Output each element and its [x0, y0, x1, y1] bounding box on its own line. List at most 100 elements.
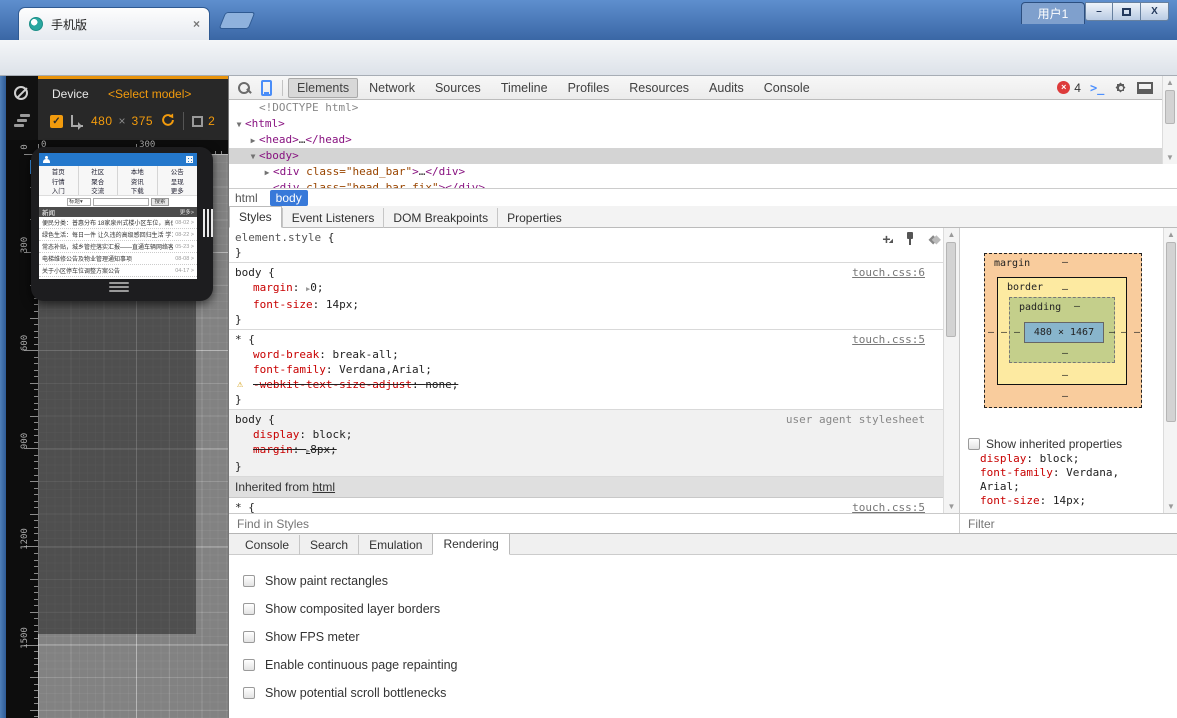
resize-grip-icon[interactable]: [203, 209, 213, 237]
page-nav-link[interactable]: 本地: [118, 166, 158, 176]
device-mode-icon[interactable]: [261, 80, 272, 96]
box-model-value[interactable]: –: [1062, 391, 1068, 402]
box-model-value[interactable]: –: [988, 327, 994, 338]
color-format-icon[interactable]: ◆◆: [929, 232, 935, 246]
inspect-element-icon[interactable]: [237, 81, 251, 95]
news-item[interactable]: 电梯维修公告及物业管理通知事项08-08 >: [39, 253, 197, 265]
page-nav-link[interactable]: 呈现: [158, 176, 198, 186]
css-property[interactable]: display: block;: [235, 427, 937, 442]
page-nav-link[interactable]: 下载: [118, 185, 158, 195]
elements-tree-node[interactable]: ▶<head>…</head>: [229, 132, 1177, 148]
box-model-value[interactable]: –: [1074, 301, 1080, 312]
devtools-tab-console[interactable]: Console: [755, 78, 819, 98]
devtools-tab-audits[interactable]: Audits: [700, 78, 753, 98]
box-model-value[interactable]: –: [1062, 257, 1068, 268]
swap-dimensions-icon[interactable]: [71, 115, 83, 127]
drawer-tab-search[interactable]: Search: [299, 535, 358, 555]
apps-grid-icon[interactable]: [186, 156, 193, 163]
page-nav-link[interactable]: 交流: [79, 185, 119, 195]
styles-scrollbar[interactable]: ▲ ▼: [943, 228, 959, 513]
error-badge[interactable]: × 4: [1057, 81, 1081, 95]
box-model-value[interactable]: –: [1121, 327, 1127, 338]
close-window-button[interactable]: X: [1141, 2, 1169, 21]
rotate-refresh-icon[interactable]: [161, 113, 175, 130]
maximize-button[interactable]: [1113, 2, 1141, 21]
user-icon[interactable]: [43, 156, 50, 163]
box-model-value[interactable]: –: [1062, 348, 1068, 359]
find-in-styles-input[interactable]: [229, 514, 959, 533]
page-nav-link[interactable]: 更多: [158, 185, 198, 195]
drawer-tab-emulation[interactable]: Emulation: [358, 535, 432, 555]
tab-close-icon[interactable]: ×: [193, 17, 200, 31]
news-item[interactable]: 便民分类：普惠分布 18家泉州式楼小区车位，高价兑换08-02 >: [39, 217, 197, 229]
rendering-option-checkbox[interactable]: [243, 575, 255, 587]
sidebar-tab-properties[interactable]: Properties: [497, 208, 571, 228]
breadcrumb-item-body[interactable]: body: [270, 190, 308, 206]
device-menu-icon[interactable]: [109, 282, 129, 294]
sidebar-tab-dom-breakpoints[interactable]: DOM Breakpoints: [383, 208, 497, 228]
devtools-tab-sources[interactable]: Sources: [426, 78, 490, 98]
news-item[interactable]: 关于小区停车位调整方案公告04-17 >: [39, 265, 197, 277]
devtools-tab-resources[interactable]: Resources: [620, 78, 698, 98]
drawer-tab-rendering[interactable]: Rendering: [432, 533, 509, 555]
emulated-page[interactable]: 首页社区本地公告行情聚合资讯呈现入门交流下载更多 标题▾ 搜索 新闻 更多> 便…: [39, 153, 197, 279]
devtools-tab-profiles[interactable]: Profiles: [559, 78, 619, 98]
css-property[interactable]: margin: ▶0;: [235, 280, 937, 297]
elements-tree-node[interactable]: <!DOCTYPE html>: [229, 100, 1177, 116]
show-inherited-checkbox[interactable]: [968, 438, 980, 450]
box-model-value[interactable]: –: [1062, 284, 1068, 295]
settings-gear-icon[interactable]: [1113, 80, 1128, 95]
page-nav-link[interactable]: 行情: [39, 176, 79, 186]
elements-tree-node[interactable]: ▶<div class="head_bar">…</div>: [229, 164, 1177, 180]
page-nav-link[interactable]: 聚合: [79, 176, 119, 186]
news-more-link[interactable]: 更多>: [180, 208, 194, 216]
css-property[interactable]: margin: ▶8px;: [235, 442, 937, 459]
page-nav-link[interactable]: 公告: [158, 166, 198, 176]
elements-tree-node[interactable]: ▼<html>: [229, 116, 1177, 132]
search-category-select[interactable]: 标题▾: [67, 198, 91, 206]
profile-button[interactable]: 用户1: [1021, 2, 1085, 24]
page-search-input[interactable]: [93, 198, 149, 206]
sidebar-tab-event-listeners[interactable]: Event Listeners: [282, 208, 384, 228]
browser-tab[interactable]: 手机版 ×: [18, 7, 210, 40]
devtools-tab-timeline[interactable]: Timeline: [492, 78, 557, 98]
stylesheet-link[interactable]: touch.css:6: [852, 265, 925, 280]
device-width-field[interactable]: 480: [91, 114, 113, 128]
emulation-checkbox[interactable]: ✓: [50, 115, 63, 128]
metrics-scrollbar[interactable]: ▲ ▼: [1163, 228, 1177, 513]
rule-selector[interactable]: * {: [235, 500, 937, 513]
rule-selector[interactable]: body {: [235, 265, 937, 280]
elements-scrollbar[interactable]: ▲ ▼: [1162, 76, 1177, 164]
disable-overrides-icon[interactable]: [14, 86, 28, 100]
rendering-option-checkbox[interactable]: [243, 631, 255, 643]
stylesheet-link[interactable]: touch.css:5: [852, 332, 925, 347]
computed-property[interactable]: display: block;: [960, 452, 1164, 466]
rendering-option-checkbox[interactable]: [243, 687, 255, 699]
disclosure-arrow-icon[interactable]: ▼: [247, 149, 259, 165]
sidebar-tab-styles[interactable]: Styles: [229, 206, 282, 228]
select-model-dropdown[interactable]: <Select model>: [108, 87, 191, 101]
stylesheet-link[interactable]: touch.css:5: [852, 500, 925, 513]
devtools-tab-network[interactable]: Network: [360, 78, 424, 98]
page-nav-link[interactable]: 资讯: [118, 176, 158, 186]
new-style-rule-icon[interactable]: +: [882, 234, 890, 244]
page-nav-link[interactable]: 社区: [79, 166, 119, 176]
box-model-value[interactable]: –: [1001, 327, 1007, 338]
page-search-button[interactable]: 搜索: [151, 198, 169, 206]
disclosure-arrow-icon[interactable]: ▶: [247, 133, 259, 149]
elements-tree-node[interactable]: ▼<body>: [229, 148, 1177, 164]
device-height-field[interactable]: 375: [132, 114, 154, 128]
page-nav-link[interactable]: 首页: [39, 166, 79, 176]
minimize-button[interactable]: –: [1085, 2, 1113, 21]
drawer-tab-console[interactable]: Console: [235, 535, 299, 555]
new-tab-button[interactable]: [219, 12, 256, 29]
rendering-option-checkbox[interactable]: [243, 603, 255, 615]
box-model-value[interactable]: –: [1109, 327, 1115, 338]
breadcrumb-item-html[interactable]: html: [229, 190, 264, 206]
news-item[interactable]: 常态补贴，城乡管控落实汇报——直通车辆网络客户服务05-23 >: [39, 241, 197, 253]
computed-property[interactable]: font-size: 14px;: [960, 494, 1164, 508]
rule-selector[interactable]: * {: [235, 332, 937, 347]
element-state-pin-icon[interactable]: [905, 232, 915, 246]
elements-tree-node[interactable]: <div class="head_bar_fix"></div>: [229, 180, 1177, 188]
css-property[interactable]: word-break: break-all;: [235, 347, 937, 362]
